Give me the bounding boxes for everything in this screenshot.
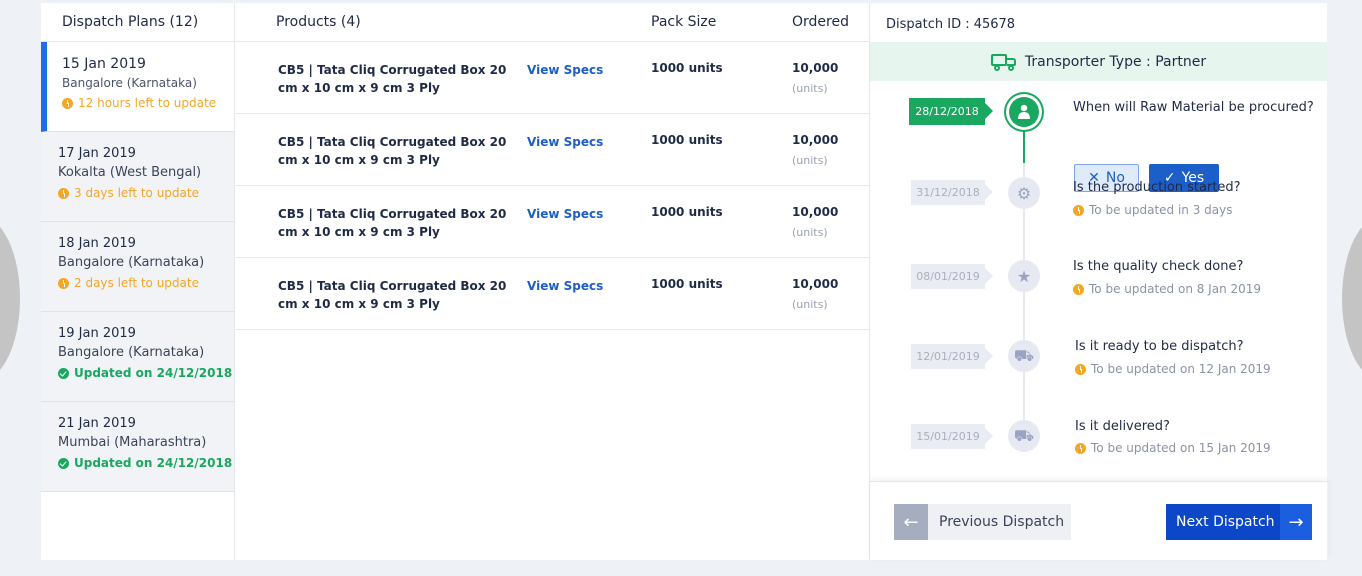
clock-icon [62,97,73,109]
plan-status: 3 days left to update [58,186,234,200]
plan-date: 18 Jan 2019 [58,236,136,251]
delivery-icon: ⛟ [1008,420,1040,452]
ordered-unit: (units) [792,226,828,239]
ordered-qty: 10,000 [792,133,839,147]
plan-location: Bangalore (Karnataka) [58,255,205,270]
check-circle-icon [58,367,69,379]
ordered-unit: (units) [792,154,828,167]
ordered-qty: 10,000 [792,277,839,291]
clock-icon [58,277,69,289]
step-date-tag: 28/12/2018 [909,98,993,125]
step-date-tag: 08/01/2019 [911,264,993,289]
plan-location: Mumbai (Maharashtra) [58,435,207,450]
step-date-tag: 15/01/2019 [911,424,993,449]
step-date-tag: 31/12/2018 [911,180,993,205]
pack-size: 1000 units [651,133,723,147]
step-question: Is it delivered? [1075,419,1170,434]
view-specs-link[interactable]: View Specs [527,207,603,221]
plan-list: 15 Jan 2019 Bangalore (Karnataka) 12 hou… [41,42,234,492]
ordered-unit: (units) [792,82,828,95]
step-status: To be updated on 15 Jan 2019 [1075,441,1271,455]
view-specs-link[interactable]: View Specs [527,279,603,293]
carousel-left-handle[interactable] [0,216,20,381]
star-icon: ★ [1008,260,1040,292]
product-name: CB5 | Tata Cliq Corrugated Box 20 cm x 1… [278,207,507,239]
plan-status: Updated on 24/12/2018 [58,456,234,470]
step-status: To be updated in 3 days [1073,203,1233,217]
pack-size: 1000 units [651,61,723,75]
plan-location: Bangalore (Karnataka) [58,345,205,360]
dispatch-plans-panel: Dispatch Plans (12) 15 Jan 2019 Bangalor… [41,3,235,560]
plan-location: Bangalore (Karnataka) [62,76,197,90]
plan-date: 21 Jan 2019 [58,416,136,431]
view-specs-link[interactable]: View Specs [527,135,603,149]
plan-location: Kokalta (West Bengal) [58,165,202,180]
dispatch-card: Dispatch Plans (12) 15 Jan 2019 Bangalor… [41,3,1328,560]
ordered-qty: 10,000 [792,61,839,75]
step-question: Is it ready to be dispatch? [1075,339,1244,354]
transporter-type-banner: Transporter Type : Partner [870,42,1327,81]
plan-item[interactable]: 18 Jan 2019 Bangalore (Karnataka) 2 days… [41,222,234,312]
step-status: To be updated on 12 Jan 2019 [1075,362,1271,376]
plan-status: 12 hours left to update [62,96,234,110]
gears-icon: ⚙ [1008,177,1040,209]
step-question: Is the quality check done? [1073,259,1244,274]
table-row: CB5 | Tata Cliq Corrugated Box 20 cm x 1… [236,42,869,114]
step-date-tag: 12/01/2019 [911,344,993,369]
arrow-right-icon: → [1280,504,1312,540]
check-circle-icon [58,457,69,469]
step-question: When will Raw Material be procured? [1073,100,1314,115]
arrow-left-icon: ← [894,504,928,540]
products-table: Products (4) Pack Size Ordered CB5 | Tat… [236,3,869,560]
clock-icon [1075,363,1086,375]
pack-size: 1000 units [651,277,723,291]
clock-icon [58,187,69,199]
plan-item[interactable]: 15 Jan 2019 Bangalore (Karnataka) 12 hou… [41,42,234,132]
truck-icon: ⛟ [1008,340,1040,372]
clock-icon [1073,283,1084,295]
table-row: CB5 | Tata Cliq Corrugated Box 20 cm x 1… [236,258,869,330]
product-name: CB5 | Tata Cliq Corrugated Box 20 cm x 1… [278,135,507,167]
clock-icon [1073,204,1084,216]
plan-date: 19 Jan 2019 [58,326,136,341]
plans-header: Dispatch Plans (12) [41,3,234,42]
truck-icon [990,53,1017,71]
table-row: CB5 | Tata Cliq Corrugated Box 20 cm x 1… [236,186,869,258]
dispatch-timeline: 28/12/2018 When will Raw Material be pro… [870,81,1327,481]
pack-size-column-header: Pack Size [651,14,717,30]
previous-dispatch-button[interactable]: ← Previous Dispatch [894,504,1071,540]
clock-icon [1075,442,1086,454]
dispatch-panel: Dispatch ID : 45678 Transporter Type : P… [869,3,1328,560]
product-name: CB5 | Tata Cliq Corrugated Box 20 cm x 1… [278,279,507,311]
ordered-unit: (units) [792,298,828,311]
step-question: Is the production started? [1073,180,1241,195]
ordered-qty: 10,000 [792,205,839,219]
plan-date: 17 Jan 2019 [58,146,136,161]
plan-status: 2 days left to update [58,276,234,290]
plan-status: Updated on 24/12/2018 [58,366,234,380]
ordered-column-header: Ordered [792,14,849,30]
step-status: To be updated on 8 Jan 2019 [1073,282,1261,296]
product-name: CB5 | Tata Cliq Corrugated Box 20 cm x 1… [278,63,507,95]
dispatch-id: Dispatch ID : 45678 [886,17,1016,32]
plan-item[interactable]: 17 Jan 2019 Kokalta (West Bengal) 3 days… [41,132,234,222]
person-icon [1009,97,1039,127]
plan-item[interactable]: 19 Jan 2019 Bangalore (Karnataka) Update… [41,312,234,402]
table-row: CB5 | Tata Cliq Corrugated Box 20 cm x 1… [236,114,869,186]
dispatch-footer: ← Previous Dispatch Next Dispatch → [870,481,1328,560]
next-dispatch-button[interactable]: Next Dispatch → [1166,504,1312,540]
products-column-header: Products (4) [276,14,361,30]
transporter-type: Transporter Type : Partner [1024,53,1207,70]
carousel-right-handle[interactable] [1342,216,1362,381]
view-specs-link[interactable]: View Specs [527,63,603,77]
table-header: Products (4) Pack Size Ordered [236,3,869,42]
pack-size: 1000 units [651,205,723,219]
plan-item[interactable]: 21 Jan 2019 Mumbai (Maharashtra) Updated… [41,402,234,492]
plan-date: 15 Jan 2019 [62,56,146,72]
timeline-progress [1023,121,1025,163]
